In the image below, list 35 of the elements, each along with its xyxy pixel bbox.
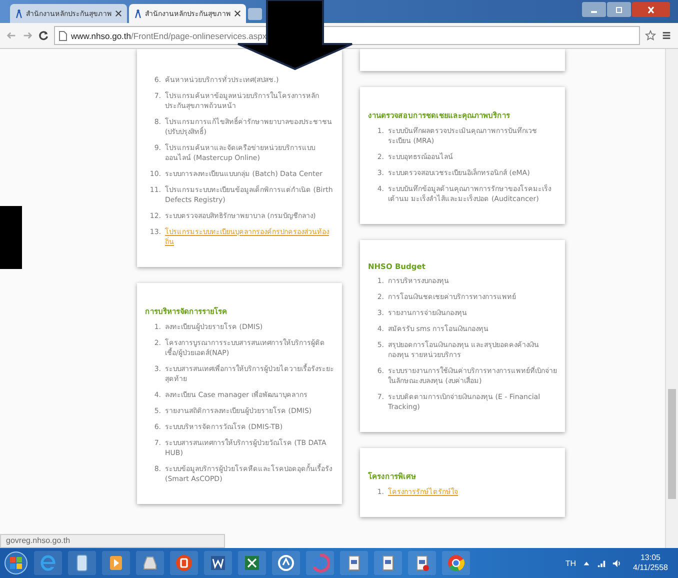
status-url: govreg.nhso.go.th bbox=[0, 534, 225, 548]
app-icon[interactable] bbox=[272, 551, 300, 575]
close-icon bbox=[646, 6, 656, 14]
signal-icon[interactable] bbox=[597, 558, 606, 568]
speaker-icon[interactable] bbox=[612, 558, 621, 568]
office-icon[interactable] bbox=[170, 551, 198, 575]
scrollbar[interactable] bbox=[665, 49, 678, 548]
url-text: www.nhso.go.th/FrontEnd/page-onlineservices.aspx bbox=[71, 30, 267, 40]
media-player-icon[interactable] bbox=[102, 551, 130, 575]
document-icon[interactable] bbox=[408, 551, 436, 575]
spreadsheet-icon[interactable] bbox=[238, 551, 266, 575]
language-indicator[interactable]: TH bbox=[565, 558, 576, 568]
redaction-block bbox=[0, 206, 22, 269]
person-icon bbox=[134, 8, 142, 18]
maximize-button[interactable] bbox=[607, 2, 631, 17]
clock-date: 4/11/2558 bbox=[633, 563, 668, 573]
reload-icon[interactable] bbox=[38, 30, 49, 41]
maximize-icon bbox=[614, 6, 624, 14]
menu-icon[interactable] bbox=[661, 30, 672, 41]
star-icon[interactable] bbox=[645, 30, 656, 41]
close-button[interactable] bbox=[632, 2, 670, 17]
drive-icon[interactable] bbox=[136, 551, 164, 575]
minimize-button[interactable] bbox=[582, 2, 606, 17]
close-icon[interactable] bbox=[234, 10, 241, 17]
close-icon[interactable] bbox=[115, 10, 122, 17]
clock-time: 13:05 bbox=[640, 553, 661, 563]
document-icon[interactable] bbox=[374, 551, 402, 575]
person-icon bbox=[15, 8, 23, 18]
document-icon[interactable] bbox=[340, 551, 368, 575]
page-icon bbox=[59, 30, 67, 40]
scrollbar-thumb[interactable] bbox=[668, 389, 676, 499]
word-icon[interactable] bbox=[204, 551, 232, 575]
chrome-icon[interactable] bbox=[442, 551, 470, 575]
start-button[interactable] bbox=[4, 551, 28, 575]
folder-icon[interactable] bbox=[68, 551, 96, 575]
